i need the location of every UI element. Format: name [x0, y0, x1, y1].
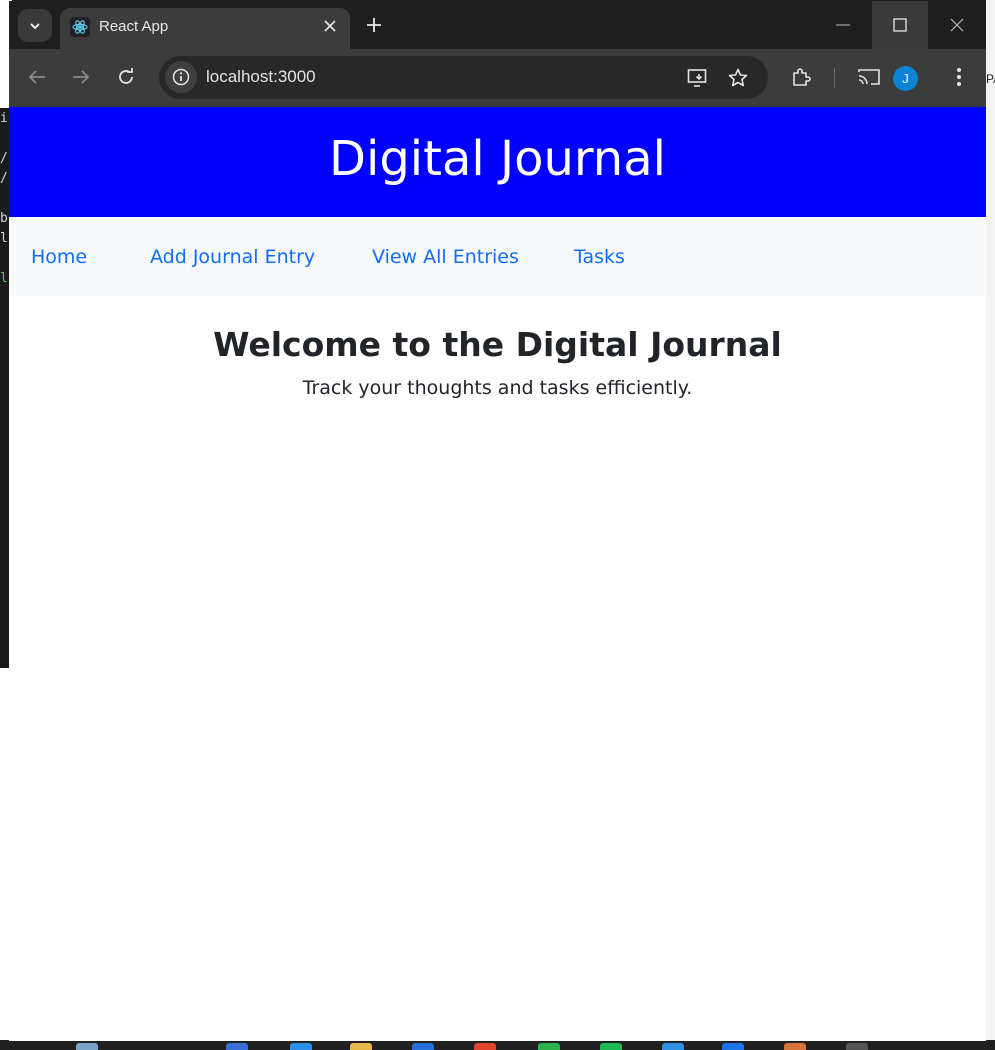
react-favicon-icon — [70, 17, 90, 37]
cast-button[interactable] — [858, 66, 880, 88]
toolbar-divider — [834, 68, 835, 88]
page-content: Digital Journal Home Add Journal Entry V… — [9, 107, 986, 1041]
reload-button[interactable] — [115, 66, 137, 88]
install-app-icon — [687, 69, 707, 87]
nav-link-view-all-entries[interactable]: View All Entries — [372, 246, 519, 268]
chevron-down-icon — [30, 22, 40, 29]
tab-strip: React App — [9, 1, 986, 49]
bookmark-star-icon — [728, 68, 748, 87]
install-app-button[interactable] — [687, 67, 709, 89]
window-close-icon — [950, 18, 964, 32]
window-close-button[interactable] — [929, 1, 985, 49]
browser-tab[interactable]: React App — [60, 8, 350, 49]
nav-link-home[interactable]: Home — [31, 246, 87, 268]
tab-close-button[interactable] — [320, 16, 340, 36]
address-bar[interactable]: localhost:3000 — [159, 56, 768, 99]
site-info-icon — [172, 68, 190, 86]
welcome-section: Welcome to the Digital Journal Track you… — [9, 296, 986, 399]
forward-button[interactable] — [70, 66, 92, 88]
browser-window: React App localhost:3000 Digital Journal… — [9, 1, 986, 1041]
maximize-button[interactable] — [872, 1, 928, 49]
plus-icon — [367, 18, 381, 32]
site-nav: Home Add Journal Entry View All Entries … — [9, 217, 986, 296]
close-icon — [324, 20, 336, 32]
site-title: Digital Journal — [329, 131, 666, 187]
nav-link-tasks[interactable]: Tasks — [574, 246, 625, 268]
tab-title: React App — [99, 18, 169, 35]
welcome-heading: Welcome to the Digital Journal — [213, 325, 782, 364]
url-text: localhost:3000 — [206, 67, 316, 86]
back-button[interactable] — [26, 66, 48, 88]
browser-toolbar: localhost:3000 — [9, 49, 986, 107]
background-window-edge: PA — [986, 0, 995, 1050]
new-tab-button[interactable] — [364, 15, 384, 35]
taskbar — [0, 1040, 995, 1050]
extensions-icon — [793, 68, 811, 86]
site-header: Digital Journal — [9, 107, 986, 217]
welcome-subtitle: Track your thoughts and tasks efficientl… — [302, 377, 693, 399]
cast-icon — [858, 69, 880, 85]
minimize-icon — [836, 24, 850, 26]
extensions-button[interactable] — [790, 66, 812, 88]
forward-icon — [73, 70, 90, 84]
more-menu-icon — [957, 68, 961, 86]
more-menu-button[interactable] — [948, 66, 970, 88]
maximize-icon — [893, 18, 907, 32]
tab-search-button[interactable] — [18, 9, 52, 42]
back-icon — [28, 70, 45, 84]
profile-avatar[interactable]: J — [893, 66, 918, 91]
nav-link-add-journal-entry[interactable]: Add Journal Entry — [150, 246, 315, 268]
site-info-button[interactable] — [165, 61, 197, 93]
minimize-button[interactable] — [815, 1, 871, 49]
reload-icon — [119, 68, 133, 84]
bookmark-button[interactable] — [727, 67, 749, 89]
